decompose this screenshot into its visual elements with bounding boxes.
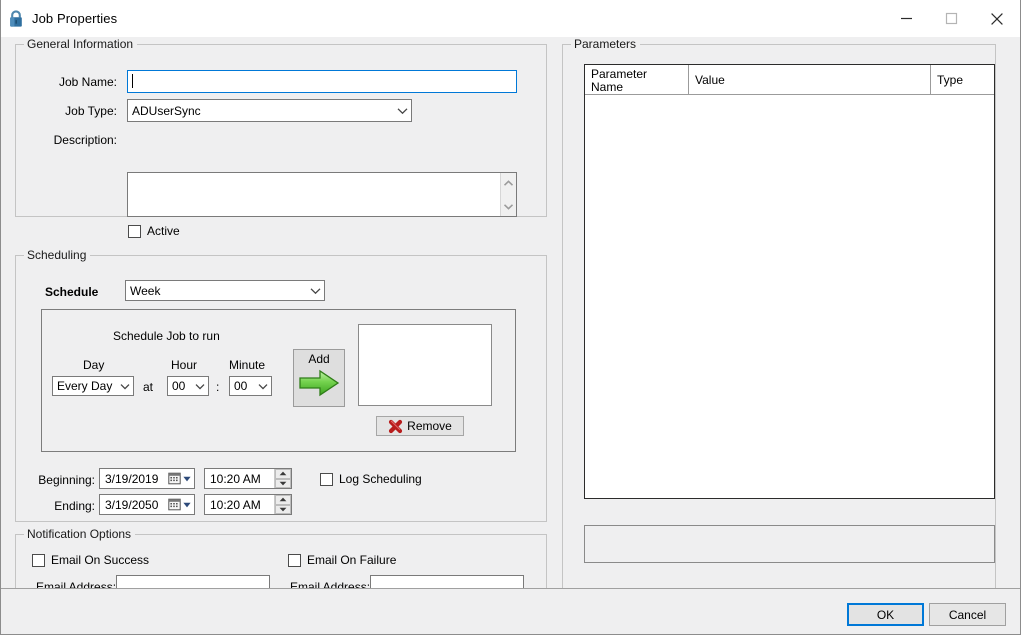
- email-on-failure-checkbox-row[interactable]: Email On Failure: [288, 553, 396, 567]
- remove-button-label: Remove: [407, 419, 452, 433]
- log-scheduling-label: Log Scheduling: [339, 472, 422, 486]
- at-label: at: [143, 380, 154, 394]
- ending-date-picker[interactable]: 3/19/2050: [99, 494, 195, 515]
- job-type-select[interactable]: ADUserSync: [127, 99, 412, 122]
- dialog-footer: OK Cancel: [1, 589, 1020, 634]
- dialog-client-area: General Information Job Name: Job Type: …: [1, 37, 1020, 634]
- schedule-list[interactable]: [358, 324, 492, 406]
- window-title: Job Properties: [32, 11, 118, 26]
- chevron-down-icon: [254, 383, 271, 390]
- add-button-label: Add: [308, 352, 330, 366]
- description-scrollbar[interactable]: [500, 173, 516, 216]
- schedule-frequency-value: Week: [130, 283, 161, 298]
- ok-button-label: OK: [876, 607, 895, 622]
- close-icon[interactable]: [974, 0, 1020, 37]
- chevron-down-icon: [191, 383, 208, 390]
- hour-select[interactable]: 00: [167, 376, 209, 396]
- spinner-down-icon[interactable]: [275, 478, 291, 488]
- job-properties-dialog: Job Properties General Information Job N…: [0, 0, 1021, 635]
- window-controls: [884, 0, 1020, 37]
- hour-label: Hour: [171, 358, 198, 372]
- parameter-description-box[interactable]: [584, 525, 995, 563]
- spinner-up-icon[interactable]: [275, 495, 291, 505]
- job-name-input[interactable]: [127, 70, 517, 93]
- email-on-failure-label: Email On Failure: [307, 553, 397, 567]
- email-on-success-checkbox[interactable]: [32, 553, 45, 567]
- column-header-parameter-name[interactable]: Parameter Name: [585, 65, 689, 94]
- beginning-time-picker[interactable]: 10:20 AM: [204, 468, 292, 489]
- red-x-icon: [388, 419, 403, 434]
- spinner-up-icon[interactable]: [275, 469, 291, 479]
- minute-value: 00: [234, 379, 248, 393]
- window-titlebar: Job Properties: [1, 0, 1020, 37]
- chevron-down-icon: [116, 383, 133, 390]
- green-right-arrow-icon: [298, 369, 340, 400]
- day-value: Every Day: [57, 379, 113, 393]
- scroll-down-icon[interactable]: [503, 199, 514, 213]
- hour-value: 00: [172, 379, 186, 393]
- description-label: Description:: [53, 133, 117, 147]
- maximize-icon[interactable]: [929, 0, 974, 37]
- log-scheduling-checkbox-row[interactable]: Log Scheduling: [320, 472, 422, 486]
- scroll-up-icon[interactable]: [503, 176, 514, 190]
- job-type-value: ADUserSync: [132, 103, 201, 118]
- email-on-failure-checkbox[interactable]: [288, 553, 301, 567]
- log-scheduling-checkbox[interactable]: [320, 472, 333, 486]
- remove-button[interactable]: Remove: [376, 416, 464, 436]
- ok-button[interactable]: OK: [847, 603, 924, 626]
- text-caret: [132, 74, 133, 88]
- job-type-label: Job Type:: [65, 104, 117, 118]
- description-textarea[interactable]: [128, 173, 500, 216]
- chevron-down-icon: [394, 107, 411, 115]
- time-spinner[interactable]: [274, 469, 291, 488]
- time-separator: :: [216, 380, 220, 394]
- minute-label: Minute: [229, 358, 266, 372]
- calendar-icon[interactable]: [164, 498, 194, 511]
- parameters-grid-body[interactable]: [585, 95, 994, 498]
- chevron-down-icon: [182, 476, 191, 481]
- calendar-icon[interactable]: [164, 472, 194, 485]
- chevron-down-icon: [307, 287, 324, 295]
- ending-time-picker[interactable]: 10:20 AM: [204, 494, 292, 515]
- general-information-title: General Information: [24, 37, 138, 51]
- scheduling-title: Scheduling: [24, 248, 91, 262]
- parameters-grid[interactable]: Parameter Name Value Type: [584, 64, 995, 499]
- beginning-label: Beginning:: [38, 473, 95, 487]
- add-button[interactable]: Add: [293, 349, 345, 407]
- minimize-icon[interactable]: [884, 0, 929, 37]
- parameters-grid-header: Parameter Name Value Type: [585, 65, 994, 95]
- spinner-down-icon[interactable]: [275, 504, 291, 514]
- column-header-value[interactable]: Value: [689, 65, 931, 94]
- description-textarea-wrapper[interactable]: [127, 172, 517, 217]
- chevron-down-icon: [182, 502, 191, 507]
- ending-date-value: 3/19/2050: [105, 497, 159, 512]
- parameters-title: Parameters: [571, 37, 641, 51]
- beginning-time-value: 10:20 AM: [210, 471, 261, 486]
- notification-options-title: Notification Options: [24, 527, 136, 541]
- job-name-label: Job Name:: [58, 75, 117, 89]
- column-header-type[interactable]: Type: [931, 65, 994, 94]
- beginning-date-picker[interactable]: 3/19/2019: [99, 468, 195, 489]
- email-on-success-label: Email On Success: [51, 553, 150, 567]
- beginning-date-value: 3/19/2019: [105, 471, 159, 486]
- schedule-job-heading: Schedule Job to run: [113, 329, 220, 343]
- email-on-success-checkbox-row[interactable]: Email On Success: [32, 553, 149, 567]
- lock-icon: [7, 9, 25, 29]
- minute-select[interactable]: 00: [229, 376, 272, 396]
- ending-label: Ending:: [54, 499, 95, 513]
- schedule-frequency-select[interactable]: Week: [125, 280, 325, 301]
- active-checkbox-row[interactable]: Active: [128, 224, 180, 238]
- active-label: Active: [147, 224, 180, 238]
- day-label: Day: [83, 358, 105, 372]
- day-select[interactable]: Every Day: [52, 376, 134, 396]
- column-header-line2: Name: [591, 80, 624, 94]
- active-checkbox[interactable]: [128, 224, 141, 238]
- cancel-button[interactable]: Cancel: [929, 603, 1006, 626]
- cancel-button-label: Cancel: [948, 607, 987, 622]
- schedule-label: Schedule: [45, 285, 99, 299]
- ending-time-value: 10:20 AM: [210, 497, 261, 512]
- time-spinner[interactable]: [274, 495, 291, 514]
